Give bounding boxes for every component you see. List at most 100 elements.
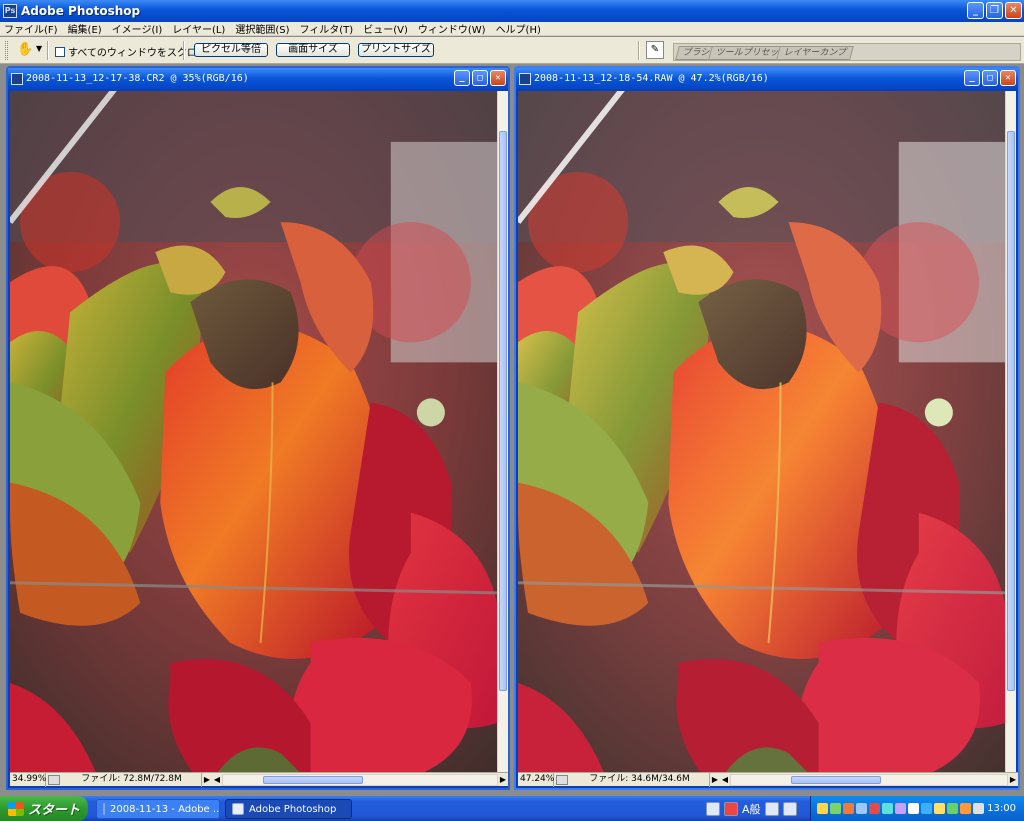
status-bar: 34.99% ファイル: 72.8M/72.8M ▶ ◀ ▶ <box>10 772 508 787</box>
document-window-1[interactable]: 2008-11-13_12-17-38.CR2 @ 35%(RGB/16) _ … <box>6 66 510 790</box>
leaf-photo <box>518 91 1005 774</box>
minimize-button[interactable]: _ <box>967 2 984 19</box>
checkbox-box[interactable] <box>55 46 65 57</box>
vertical-scrollbar[interactable] <box>497 91 508 774</box>
scroll-thumb[interactable] <box>499 131 507 691</box>
status-arrow-icon[interactable]: ▶ <box>202 775 212 784</box>
tab-layer-comps[interactable]: レイヤーカンプ <box>776 46 855 60</box>
menu-window[interactable]: ウィンドウ(W) <box>418 21 486 36</box>
menu-layer[interactable]: レイヤー(L) <box>172 21 225 36</box>
close-button[interactable]: ✕ <box>1005 2 1022 19</box>
restore-button[interactable]: ❐ <box>986 2 1003 19</box>
scroll-right-icon[interactable]: ▶ <box>1008 775 1018 784</box>
menu-filter[interactable]: フィルタ(T) <box>299 21 353 36</box>
scroll-thumb[interactable] <box>791 775 881 784</box>
actual-pixels-button[interactable]: ピクセル等倍 <box>194 43 268 57</box>
leaf-photo <box>10 91 497 774</box>
separator <box>183 41 185 60</box>
minimize-button[interactable]: _ <box>454 70 470 86</box>
taskbar-item-explorer[interactable]: 2008-11-13 - Adobe ... <box>96 799 220 819</box>
document-title: 2008-11-13_12-18-54.RAW @ 47.2%(RGB/16) <box>534 73 769 84</box>
print-size-button[interactable]: プリントサイズ <box>358 43 434 57</box>
scroll-all-windows-checkbox[interactable]: すべてのウィンドウをスクロール <box>55 44 217 59</box>
document-icon <box>519 72 531 85</box>
menu-edit[interactable]: 編集(E) <box>68 21 102 36</box>
image-canvas[interactable] <box>10 91 497 774</box>
photoshop-icon: Ps <box>3 4 17 18</box>
ime-icon[interactable] <box>724 802 738 816</box>
status-arrow-icon[interactable]: ▶ <box>710 775 720 784</box>
close-button[interactable]: ✕ <box>1000 70 1016 86</box>
menu-help[interactable]: ヘルプ(H) <box>496 21 541 36</box>
document-icon[interactable]: ✎ <box>646 41 664 59</box>
tray-icon[interactable] <box>973 803 984 814</box>
document-title-bar[interactable]: 2008-11-13_12-18-54.RAW @ 47.2%(RGB/16) … <box>516 68 1018 89</box>
scroll-left-icon[interactable]: ◀ <box>720 775 730 784</box>
tray-icon[interactable] <box>908 803 919 814</box>
windows-logo-icon <box>8 801 24 816</box>
tray-icon[interactable] <box>960 803 971 814</box>
app-title-bar: Ps Adobe Photoshop _ ❐ ✕ <box>0 0 1024 22</box>
taskbar-item-photoshop[interactable]: Adobe Photoshop <box>225 799 352 819</box>
menu-image[interactable]: イメージ(I) <box>112 21 163 36</box>
maximize-button[interactable]: □ <box>472 70 488 86</box>
image-canvas[interactable] <box>518 91 1005 774</box>
photoshop-icon <box>232 803 244 815</box>
scroll-thumb[interactable] <box>1007 131 1015 691</box>
menu-file[interactable]: ファイル(F) <box>4 21 58 36</box>
horizontal-scrollbar[interactable] <box>730 773 1008 786</box>
maximize-button[interactable]: □ <box>982 70 998 86</box>
options-bar-grip[interactable] <box>5 41 8 60</box>
document-icon <box>11 72 23 85</box>
vertical-scrollbar[interactable] <box>1005 91 1016 774</box>
folder-icon <box>103 803 105 815</box>
separator <box>638 41 640 60</box>
keyboard-icon[interactable] <box>706 802 720 816</box>
tray-icon[interactable] <box>830 803 841 814</box>
task-label: Adobe Photoshop <box>249 803 337 815</box>
minimize-button[interactable]: _ <box>964 70 980 86</box>
start-label: スタート <box>28 803 81 818</box>
status-menu-icon[interactable] <box>556 774 568 785</box>
start-button[interactable]: スタート <box>0 796 88 821</box>
close-button[interactable]: ✕ <box>490 70 506 86</box>
app-title: Adobe Photoshop <box>21 4 141 18</box>
ime-mode[interactable]: A般 <box>742 801 761 817</box>
file-size: ファイル: 34.6M/34.6M <box>570 772 710 787</box>
status-bar: 47.24% ファイル: 34.6M/34.6M ▶ ◀ ▶ <box>518 772 1018 787</box>
tray-icon[interactable] <box>934 803 945 814</box>
file-size: ファイル: 72.8M/72.8M <box>62 772 202 787</box>
ime-tools-icon[interactable] <box>782 802 797 816</box>
tray-icon[interactable] <box>921 803 932 814</box>
scroll-left-icon[interactable]: ◀ <box>212 775 222 784</box>
document-title: 2008-11-13_12-17-38.CR2 @ 35%(RGB/16) <box>26 73 249 84</box>
ime-bar: A般 <box>706 800 797 818</box>
zoom-level[interactable]: 34.99% <box>10 772 46 787</box>
fit-screen-button[interactable]: 画面サイズ <box>276 43 350 57</box>
taskbar: スタート 2008-11-13 - Adobe ... Adobe Photos… <box>0 796 1024 821</box>
ime-settings-icon[interactable] <box>764 802 779 816</box>
menu-bar: ファイル(F) 編集(E) イメージ(I) レイヤー(L) 選択範囲(S) フィ… <box>0 22 1024 36</box>
separator <box>47 41 49 60</box>
system-tray: 13:00 <box>810 796 1024 821</box>
clock[interactable]: 13:00 <box>987 796 1016 821</box>
hand-tool-icon[interactable]: ✋ <box>17 43 33 57</box>
document-window-2[interactable]: 2008-11-13_12-18-54.RAW @ 47.2%(RGB/16) … <box>514 66 1020 790</box>
horizontal-scrollbar[interactable] <box>222 773 498 786</box>
tray-icon[interactable] <box>882 803 893 814</box>
tray-icon[interactable] <box>843 803 854 814</box>
document-title-bar[interactable]: 2008-11-13_12-17-38.CR2 @ 35%(RGB/16) _ … <box>8 68 508 89</box>
task-label: 2008-11-13 - Adobe ... <box>110 803 220 815</box>
tray-icon[interactable] <box>856 803 867 814</box>
zoom-level[interactable]: 47.24% <box>518 772 554 787</box>
tray-icon[interactable] <box>869 803 880 814</box>
tray-icon[interactable] <box>947 803 958 814</box>
tool-preset-arrow-icon[interactable]: ▼ <box>36 44 42 53</box>
tray-icon[interactable] <box>895 803 906 814</box>
scroll-thumb[interactable] <box>263 775 363 784</box>
menu-view[interactable]: ビュー(V) <box>363 21 408 36</box>
status-menu-icon[interactable] <box>48 774 60 785</box>
tray-icon[interactable] <box>817 803 828 814</box>
scroll-right-icon[interactable]: ▶ <box>498 775 508 784</box>
menu-select[interactable]: 選択範囲(S) <box>235 21 289 36</box>
